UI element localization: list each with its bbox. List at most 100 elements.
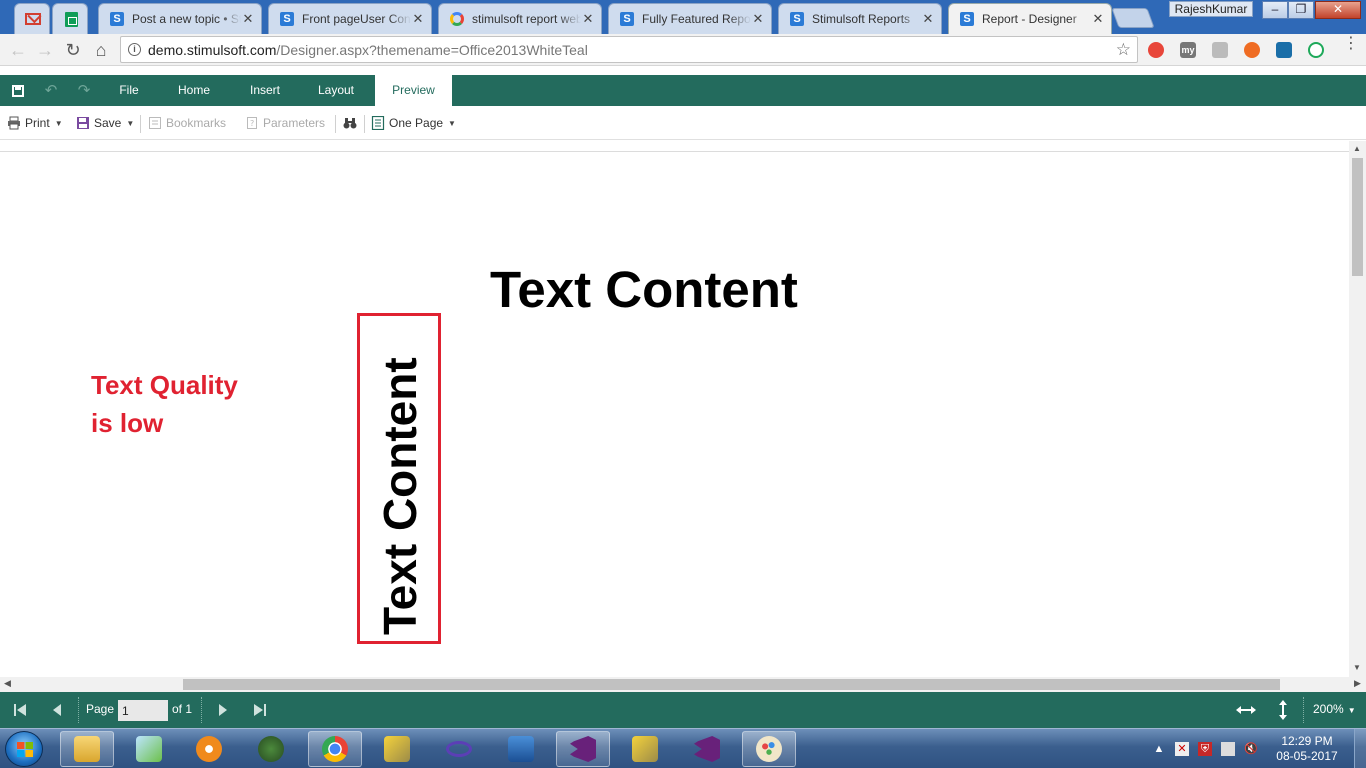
bookmark-star-icon[interactable]: ☆ <box>1116 40 1131 60</box>
start-button[interactable] <box>5 731 43 767</box>
network-icon[interactable] <box>1221 742 1235 756</box>
tab-title: Front pageUser Control <box>302 12 411 26</box>
extension-icon[interactable] <box>1244 42 1260 58</box>
reload-icon[interactable]: ↻ <box>60 37 86 63</box>
back-arrow-icon[interactable]: ← <box>5 37 31 63</box>
find-button[interactable] <box>343 115 361 131</box>
home-icon[interactable]: ⌂ <box>88 37 114 63</box>
tab-fully-featured[interactable]: S Fully Featured Report ✕ <box>608 3 772 34</box>
fit-height-icon[interactable] <box>1275 699 1291 724</box>
taskbar-app[interactable] <box>370 731 424 767</box>
tab-report-designer[interactable]: S Report - Designer ✕ <box>948 3 1112 34</box>
gmail-icon <box>25 11 41 27</box>
maximize-button[interactable]: ❐ <box>1288 1 1314 19</box>
close-tab-icon[interactable]: ✕ <box>241 11 255 27</box>
volume-muted-icon[interactable]: 🔇 <box>1244 742 1258 756</box>
forward-arrow-icon[interactable]: → <box>32 37 58 63</box>
parameters-button[interactable]: ? Parameters <box>245 115 325 131</box>
tab-post-topic[interactable]: S Post a new topic • Stimulsoft ✕ <box>98 3 262 34</box>
windows-taskbar: ▲ ✕ ⛨ 🔇 12:29 PM 08-05-2017 <box>0 728 1366 768</box>
tab-file[interactable]: File <box>104 75 154 106</box>
taskbar-visual-studio[interactable] <box>556 731 610 767</box>
scroll-down-icon[interactable]: ▼ <box>1353 663 1361 672</box>
taskbar-app[interactable] <box>244 731 298 767</box>
extension-icon[interactable] <box>1276 42 1292 58</box>
extension-my-icon[interactable]: my <box>1180 42 1196 58</box>
undo-icon[interactable]: ↶ <box>42 82 60 100</box>
tab-title: Fully Featured Report <box>642 12 751 26</box>
clock-time: 12:29 PM <box>1281 734 1333 748</box>
page-icon <box>371 115 385 131</box>
save-report-button[interactable]: Save ▼ <box>76 115 134 131</box>
last-page-icon[interactable] <box>252 702 268 721</box>
show-hidden-icons-icon[interactable]: ▲ <box>1152 742 1166 756</box>
close-tab-icon[interactable]: ✕ <box>581 11 595 27</box>
tab-front-page[interactable]: S Front pageUser Control ✕ <box>268 3 432 34</box>
extension-icon[interactable] <box>1148 42 1164 58</box>
taskbar-app[interactable] <box>432 731 486 767</box>
tab-layout[interactable]: Layout <box>306 75 366 106</box>
page-number-input[interactable] <box>118 700 168 721</box>
taskbar-visual-studio[interactable] <box>680 731 734 767</box>
tab-preview[interactable]: Preview <box>375 75 452 106</box>
extension-grammarly-icon[interactable] <box>1308 42 1324 58</box>
vertical-scrollbar[interactable]: ▲ ▼ <box>1349 141 1366 677</box>
app-icon <box>136 736 162 762</box>
zoom-value: 200% <box>1313 702 1344 716</box>
taskbar-app[interactable] <box>494 731 548 767</box>
system-clock[interactable]: 12:29 PM 08-05-2017 <box>1272 734 1342 764</box>
taskbar-app[interactable] <box>618 731 672 767</box>
tab-gmail[interactable] <box>14 3 50 34</box>
bookmarks-button[interactable]: Bookmarks <box>148 115 226 131</box>
horizontal-scroll-thumb[interactable] <box>183 679 1280 690</box>
taskbar-app[interactable] <box>122 731 176 767</box>
first-page-icon[interactable] <box>12 702 28 721</box>
url-text[interactable]: demo.stimulsoft.com/Designer.aspx?themen… <box>148 42 588 58</box>
taskbar-paint[interactable] <box>742 731 796 767</box>
close-tab-icon[interactable]: ✕ <box>1091 11 1105 27</box>
new-tab-button[interactable] <box>1111 8 1155 28</box>
close-tab-icon[interactable]: ✕ <box>411 11 425 27</box>
tab-insert[interactable]: Insert <box>236 75 294 106</box>
annotation-line: is low <box>91 408 164 438</box>
tab-google-search[interactable]: stimulsoft report web ✕ <box>438 3 602 34</box>
minimize-button[interactable]: – <box>1262 1 1288 19</box>
scroll-right-icon[interactable]: ▶ <box>1354 678 1361 689</box>
view-mode-dropdown[interactable]: One Page ▼ <box>371 115 456 131</box>
horizontal-scrollbar[interactable]: ◀ ▶ <box>0 677 1366 692</box>
profile-button[interactable]: RajeshKumar <box>1169 1 1253 17</box>
bookmarks-icon <box>148 116 162 130</box>
scroll-up-icon[interactable]: ▲ <box>1353 144 1361 153</box>
info-icon[interactable]: i <box>128 43 141 56</box>
vertical-scroll-thumb[interactable] <box>1352 158 1363 276</box>
redo-icon[interactable]: ↷ <box>75 82 93 100</box>
close-tab-icon[interactable]: ✕ <box>751 11 765 27</box>
previous-page-icon[interactable] <box>50 702 64 721</box>
show-desktop-button[interactable] <box>1354 729 1366 768</box>
next-page-icon[interactable] <box>216 702 230 721</box>
more-menu-icon[interactable]: ⋮ <box>1343 36 1359 52</box>
taskbar-media-player[interactable] <box>182 731 236 767</box>
scroll-left-icon[interactable]: ◀ <box>4 678 11 689</box>
print-button[interactable]: Print ▼ <box>7 115 63 131</box>
report-preview-area[interactable]: Text Content Text Content Text Quality i… <box>0 141 1349 677</box>
tab-home[interactable]: Home <box>164 75 224 106</box>
extension-icon[interactable] <box>1212 42 1228 58</box>
tab-sheets[interactable] <box>52 3 88 34</box>
fit-width-icon[interactable] <box>1235 702 1257 721</box>
zoom-dropdown[interactable]: 200% ▼ <box>1313 702 1356 716</box>
sheets-icon <box>63 11 79 27</box>
taskbar-chrome[interactable] <box>308 731 362 767</box>
close-tab-icon[interactable]: ✕ <box>921 11 935 27</box>
address-bar[interactable]: i demo.stimulsoft.com/Designer.aspx?them… <box>120 36 1138 63</box>
status-divider <box>1303 697 1304 723</box>
visual-studio-icon <box>694 736 720 762</box>
action-center-icon[interactable]: ✕ <box>1175 742 1189 756</box>
page-count: of 1 <box>172 702 193 716</box>
security-shield-icon[interactable]: ⛨ <box>1198 742 1212 756</box>
taskbar-explorer[interactable] <box>60 731 114 767</box>
close-window-button[interactable]: ✕ <box>1315 1 1361 19</box>
tools-icon <box>632 736 658 762</box>
save-icon[interactable] <box>9 82 27 100</box>
tab-stimulsoft-reports[interactable]: S Stimulsoft Reports ✕ <box>778 3 942 34</box>
